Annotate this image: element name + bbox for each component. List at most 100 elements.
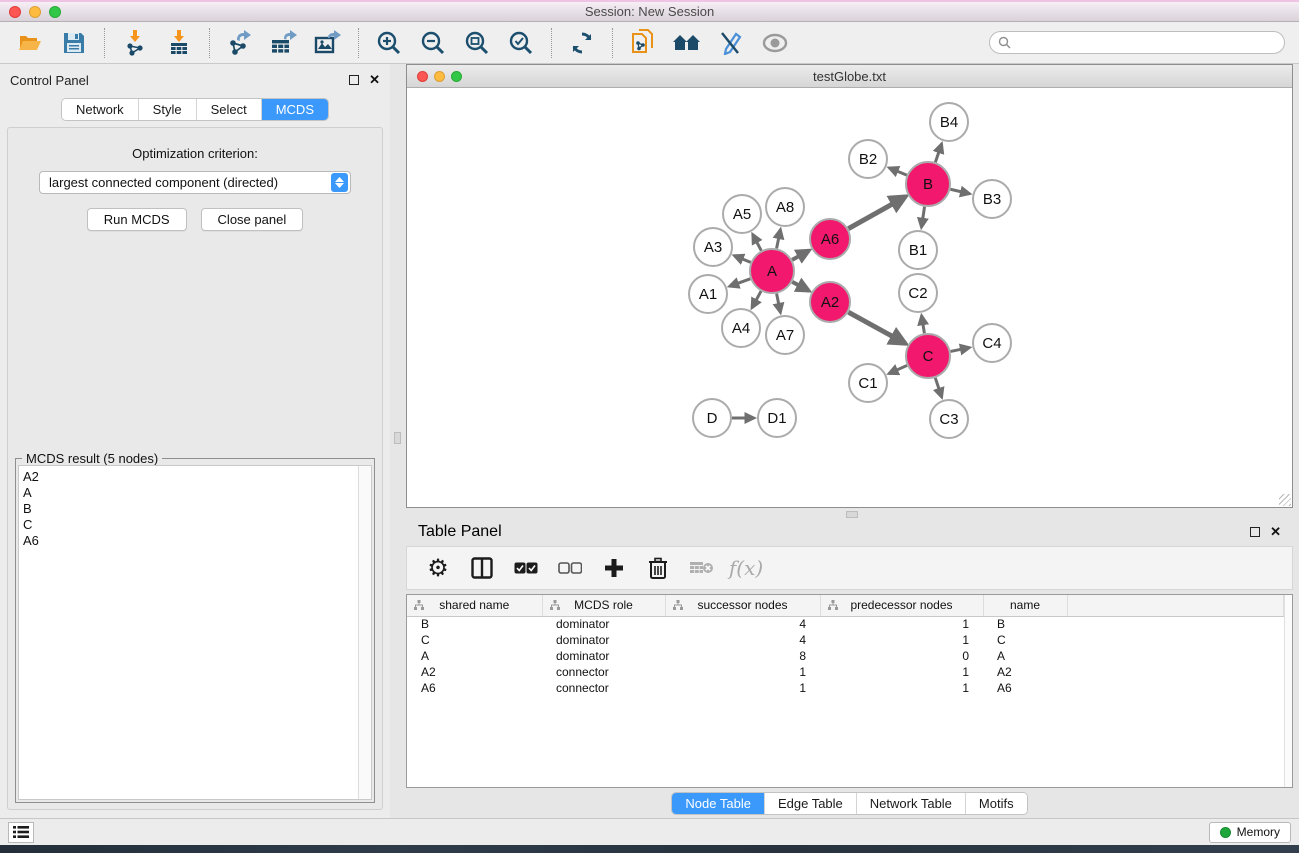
float-panel-icon[interactable]: [1250, 527, 1260, 537]
table-cell[interactable]: A2: [407, 664, 542, 680]
tab-motifs[interactable]: Motifs: [966, 793, 1027, 814]
table-cell[interactable]: 0: [820, 648, 983, 664]
graph-node-C1[interactable]: C1: [849, 364, 887, 402]
graph-edge-A-A2[interactable]: [792, 282, 809, 291]
table-cell[interactable]: 4: [665, 632, 820, 648]
close-panel-button[interactable]: Close panel: [201, 208, 304, 231]
tab-node-table[interactable]: Node Table: [672, 793, 765, 814]
table-cell[interactable]: C: [407, 632, 542, 648]
graph-edge-A-A7[interactable]: [777, 294, 781, 313]
tab-network[interactable]: Network: [62, 99, 139, 120]
mcds-result-item[interactable]: C: [23, 517, 358, 533]
graph-node-A1[interactable]: A1: [689, 275, 727, 313]
mcds-result-item[interactable]: A: [23, 485, 358, 501]
close-panel-icon[interactable]: ✕: [369, 75, 380, 85]
table-cell[interactable]: C: [983, 632, 1067, 648]
table-cell[interactable]: 1: [820, 632, 983, 648]
show-task-history-button[interactable]: [8, 822, 34, 843]
hide-annotations-button[interactable]: [711, 25, 751, 61]
column-view-button[interactable]: [465, 551, 499, 585]
graph-node-A6[interactable]: A6: [810, 219, 850, 259]
window-resize-handle[interactable]: [1279, 494, 1291, 506]
graph-node-B[interactable]: B: [906, 162, 950, 206]
graph-node-A4[interactable]: A4: [722, 309, 760, 347]
table-cell[interactable]: 8: [665, 648, 820, 664]
column-header-successor-nodes[interactable]: successor nodes: [665, 595, 820, 616]
table-row[interactable]: Adominator80A: [407, 648, 1284, 664]
export-network-button[interactable]: [220, 25, 260, 61]
table-row[interactable]: A6connector11A6: [407, 680, 1284, 696]
zoom-fit-button[interactable]: [457, 25, 497, 61]
table-cell[interactable]: connector: [542, 680, 665, 696]
splitter-grip[interactable]: [394, 432, 401, 444]
graph-node-A2[interactable]: A2: [810, 282, 850, 322]
select-all-rows-button[interactable]: [509, 551, 543, 585]
graph-node-A8[interactable]: A8: [766, 188, 804, 226]
show-graphics-button[interactable]: [755, 25, 795, 61]
column-header-mcds-role[interactable]: MCDS role: [542, 595, 665, 616]
table-scrollbar[interactable]: [1284, 595, 1292, 787]
table-cell[interactable]: 1: [665, 680, 820, 696]
splitter-grip[interactable]: [846, 511, 858, 518]
mcds-result-item[interactable]: A6: [23, 533, 358, 549]
graph-node-A5[interactable]: A5: [723, 195, 761, 233]
zoom-out-button[interactable]: [413, 25, 453, 61]
graph-edge-A-A6[interactable]: [792, 251, 809, 260]
table-cell[interactable]: A2: [983, 664, 1067, 680]
tab-network-table[interactable]: Network Table: [857, 793, 966, 814]
graph-node-A[interactable]: A: [750, 249, 794, 293]
table-cell[interactable]: A6: [983, 680, 1067, 696]
column-header-predecessor-nodes[interactable]: predecessor nodes: [820, 595, 983, 616]
table-cell[interactable]: A: [407, 648, 542, 664]
table-cell[interactable]: 1: [820, 616, 983, 632]
save-session-button[interactable]: [54, 25, 94, 61]
column-header-shared-name[interactable]: shared name: [407, 595, 542, 616]
column-header-name[interactable]: name: [983, 595, 1067, 616]
graph-node-A3[interactable]: A3: [694, 228, 732, 266]
graph-edge-A-A4[interactable]: [752, 291, 761, 308]
new-session-button[interactable]: [623, 25, 663, 61]
table-cell[interactable]: dominator: [542, 632, 665, 648]
search-input[interactable]: [989, 31, 1285, 54]
graph-edge-A-A5[interactable]: [753, 234, 762, 250]
graph-node-C2[interactable]: C2: [899, 274, 937, 312]
float-panel-icon[interactable]: [349, 75, 359, 85]
graph-edge-B-B2[interactable]: [889, 168, 907, 175]
zoom-selected-button[interactable]: [501, 25, 541, 61]
graph-edge-A-A1[interactable]: [730, 279, 751, 286]
table-cell[interactable]: 1: [820, 664, 983, 680]
graph-node-B1[interactable]: B1: [899, 231, 937, 269]
graph-node-D1[interactable]: D1: [758, 399, 796, 437]
table-cell[interactable]: 4: [665, 616, 820, 632]
deselect-all-rows-button[interactable]: [553, 551, 587, 585]
table-cell[interactable]: B: [983, 616, 1067, 632]
open-file-button[interactable]: [10, 25, 50, 61]
table-cell[interactable]: A6: [407, 680, 542, 696]
graph-node-C3[interactable]: C3: [930, 400, 968, 438]
horizontal-splitter[interactable]: [406, 508, 1293, 520]
zoom-in-button[interactable]: [369, 25, 409, 61]
delete-table-button[interactable]: [685, 551, 719, 585]
import-network-button[interactable]: [115, 25, 155, 61]
graph-edge-C-C4[interactable]: [951, 348, 970, 352]
graph-edge-B-B3[interactable]: [950, 189, 969, 194]
graph-edge-A2-C[interactable]: [848, 312, 905, 343]
memory-status-button[interactable]: Memory: [1209, 822, 1291, 843]
refresh-button[interactable]: [562, 25, 602, 61]
table-cell[interactable]: dominator: [542, 616, 665, 632]
add-column-button[interactable]: [597, 551, 631, 585]
tab-mcds[interactable]: MCDS: [262, 99, 328, 120]
table-row[interactable]: A2connector11A2: [407, 664, 1284, 680]
run-mcds-button[interactable]: Run MCDS: [87, 208, 187, 231]
graph-edge-B-B1[interactable]: [921, 207, 924, 228]
table-row[interactable]: Cdominator41C: [407, 632, 1284, 648]
graph-node-C4[interactable]: C4: [973, 324, 1011, 362]
table-cell[interactable]: A: [983, 648, 1067, 664]
graph-node-C[interactable]: C: [906, 334, 950, 378]
graph-node-D[interactable]: D: [693, 399, 731, 437]
graph-edge-C-C3[interactable]: [935, 378, 941, 397]
table-row[interactable]: Bdominator41B: [407, 616, 1284, 632]
table-cell[interactable]: 1: [820, 680, 983, 696]
table-cell[interactable]: dominator: [542, 648, 665, 664]
tab-style[interactable]: Style: [139, 99, 197, 120]
